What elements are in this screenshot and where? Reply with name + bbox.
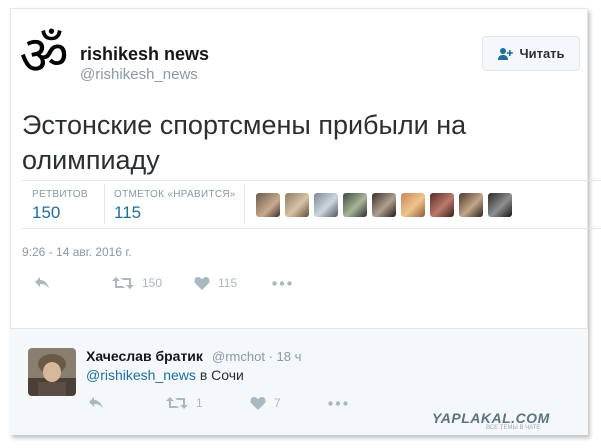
reply-retweet-count: 1 xyxy=(196,396,203,410)
follow-person-icon xyxy=(498,47,514,60)
site-watermark: YAPLAKAL.COM xyxy=(432,410,550,426)
liker-avatar[interactable] xyxy=(343,193,367,217)
reply-retweet-button[interactable]: 1 xyxy=(166,396,203,410)
retweet-icon xyxy=(112,277,134,289)
reply-icon xyxy=(35,277,49,289)
liker-avatar[interactable] xyxy=(256,193,280,217)
liker-avatar[interactable] xyxy=(285,193,309,217)
reply-time[interactable]: 18 ч xyxy=(277,349,302,364)
like-button[interactable]: 115 xyxy=(194,276,237,290)
om-logo[interactable]: ॐ xyxy=(18,29,70,83)
likes-count[interactable]: 115 xyxy=(114,203,141,223)
reply-body: в Сочи xyxy=(199,367,244,383)
reply-button[interactable] xyxy=(34,276,50,290)
reply-avatar[interactable] xyxy=(28,348,76,396)
divider xyxy=(22,228,601,229)
stats-separator xyxy=(104,184,105,224)
liker-avatar[interactable] xyxy=(459,193,483,217)
retweets-count[interactable]: 150 xyxy=(32,203,60,223)
heart-icon xyxy=(194,277,210,290)
tweet-handle[interactable]: @rishikesh_news xyxy=(80,66,198,83)
heart-icon xyxy=(250,397,266,410)
likes-label[interactable]: ОТМЕТОК «НРАВИТСЯ» xyxy=(114,189,236,200)
more-icon xyxy=(272,281,292,286)
tweet-text-line-2: олимпиаду xyxy=(22,145,160,175)
site-watermark-sub: ВСЕ ТЕМЫ В ЧАТЕ xyxy=(486,425,541,431)
reply-reply-button[interactable] xyxy=(88,396,104,410)
reply-text: @rishikesh_news в Сочи xyxy=(86,367,244,383)
reply-like-button[interactable]: 7 xyxy=(250,396,281,410)
follow-button[interactable]: Читать xyxy=(482,36,580,71)
liker-avatar[interactable] xyxy=(488,193,512,217)
reply-handle[interactable]: @rmchot xyxy=(212,349,265,364)
liker-avatar[interactable] xyxy=(430,193,454,217)
more-icon xyxy=(328,401,348,406)
reply-meta: @rmchot · 18 ч xyxy=(212,349,301,364)
reply-icon xyxy=(89,397,103,409)
tweet-timestamp[interactable]: 9:26 - 14 авг. 2016 г. xyxy=(22,245,132,259)
tweet-display-name[interactable]: rishikesh news xyxy=(80,44,209,65)
tweet-text-line-1: Эстонские спортсмены прибыли на xyxy=(22,110,467,140)
like-count: 115 xyxy=(218,276,238,290)
liker-avatar[interactable] xyxy=(401,193,425,217)
reply-like-count: 7 xyxy=(274,396,281,410)
liker-avatar[interactable] xyxy=(314,193,338,217)
reply-more-button[interactable] xyxy=(328,401,348,406)
retweet-button[interactable]: 150 xyxy=(112,276,162,290)
reply-display-name[interactable]: Хачеслав братик xyxy=(86,348,203,364)
divider xyxy=(22,180,601,181)
follow-label: Читать xyxy=(519,46,565,61)
reply-mention[interactable]: @rishikesh_news xyxy=(86,367,196,383)
retweet-icon xyxy=(166,397,188,409)
stats-separator xyxy=(244,184,245,224)
liker-avatars xyxy=(256,193,512,217)
more-button[interactable] xyxy=(272,281,292,286)
tweet-text: Эстонские спортсмены прибыли на олимпиад… xyxy=(22,108,562,178)
reply-separator: · xyxy=(268,349,277,364)
liker-avatar[interactable] xyxy=(372,193,396,217)
retweet-count: 150 xyxy=(142,276,163,290)
retweets-label[interactable]: РЕТВИТОВ xyxy=(32,189,88,200)
